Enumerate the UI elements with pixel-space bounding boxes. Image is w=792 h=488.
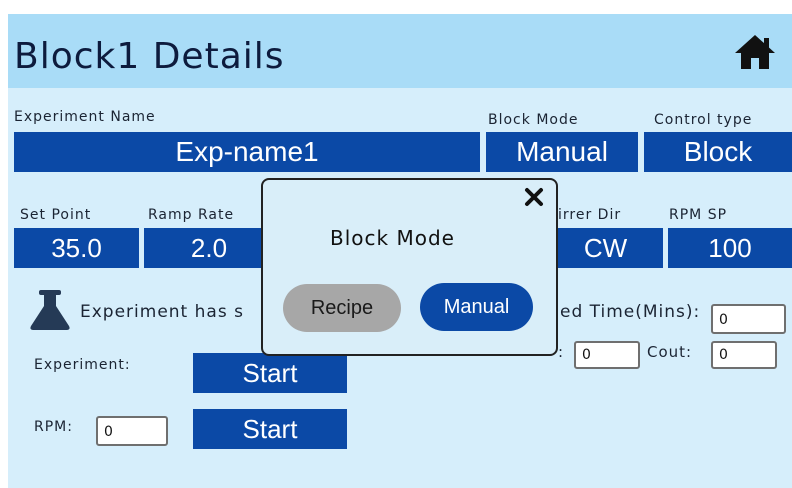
elapsed-time-label: ed Time(Mins): bbox=[560, 302, 701, 322]
experiment-name-label: Experiment Name bbox=[14, 109, 156, 125]
control-type-field[interactable]: Block bbox=[644, 132, 792, 172]
experiment-row-label: Experiment: bbox=[34, 357, 131, 373]
block-mode-field[interactable]: Manual bbox=[486, 132, 638, 172]
cout-label: Cout: bbox=[647, 343, 693, 361]
close-icon[interactable] bbox=[523, 186, 545, 208]
cin-label: : bbox=[558, 343, 564, 361]
elapsed-time-field[interactable]: 0 bbox=[711, 304, 786, 334]
set-point-field[interactable]: 35.0 bbox=[14, 228, 139, 268]
rpm-row-label: RPM: bbox=[34, 419, 73, 435]
ramp-rate-field[interactable]: 2.0 bbox=[144, 228, 274, 268]
rpm-sp-label: RPM SP bbox=[669, 207, 728, 223]
rpm-sp-field[interactable]: 100 bbox=[668, 228, 792, 268]
page-title: Block1 Details bbox=[14, 36, 285, 77]
rpm-start-button[interactable]: Start bbox=[193, 409, 347, 449]
recipe-button[interactable]: Recipe bbox=[283, 284, 401, 332]
stirrer-dir-label: irrer Dir bbox=[558, 207, 622, 223]
experiment-name-field[interactable]: Exp-name1 bbox=[14, 132, 480, 172]
dialog-title: Block Mode bbox=[330, 226, 455, 250]
cout-field[interactable]: 0 bbox=[711, 341, 777, 369]
top-strip bbox=[0, 0, 792, 14]
stirrer-dir-field[interactable]: CW bbox=[548, 228, 663, 268]
home-icon[interactable] bbox=[732, 32, 778, 72]
flask-icon bbox=[30, 290, 70, 330]
status-text: Experiment has s bbox=[80, 302, 244, 322]
experiment-start-button[interactable]: Start bbox=[193, 353, 347, 393]
block-mode-label: Block Mode bbox=[488, 112, 579, 128]
rpm-field[interactable]: 0 bbox=[96, 416, 168, 446]
ramp-rate-label: Ramp Rate bbox=[148, 207, 235, 223]
manual-button[interactable]: Manual bbox=[420, 283, 533, 331]
cin-field[interactable]: 0 bbox=[574, 341, 640, 369]
control-type-label: Control type bbox=[654, 112, 753, 128]
set-point-label: Set Point bbox=[20, 207, 92, 223]
